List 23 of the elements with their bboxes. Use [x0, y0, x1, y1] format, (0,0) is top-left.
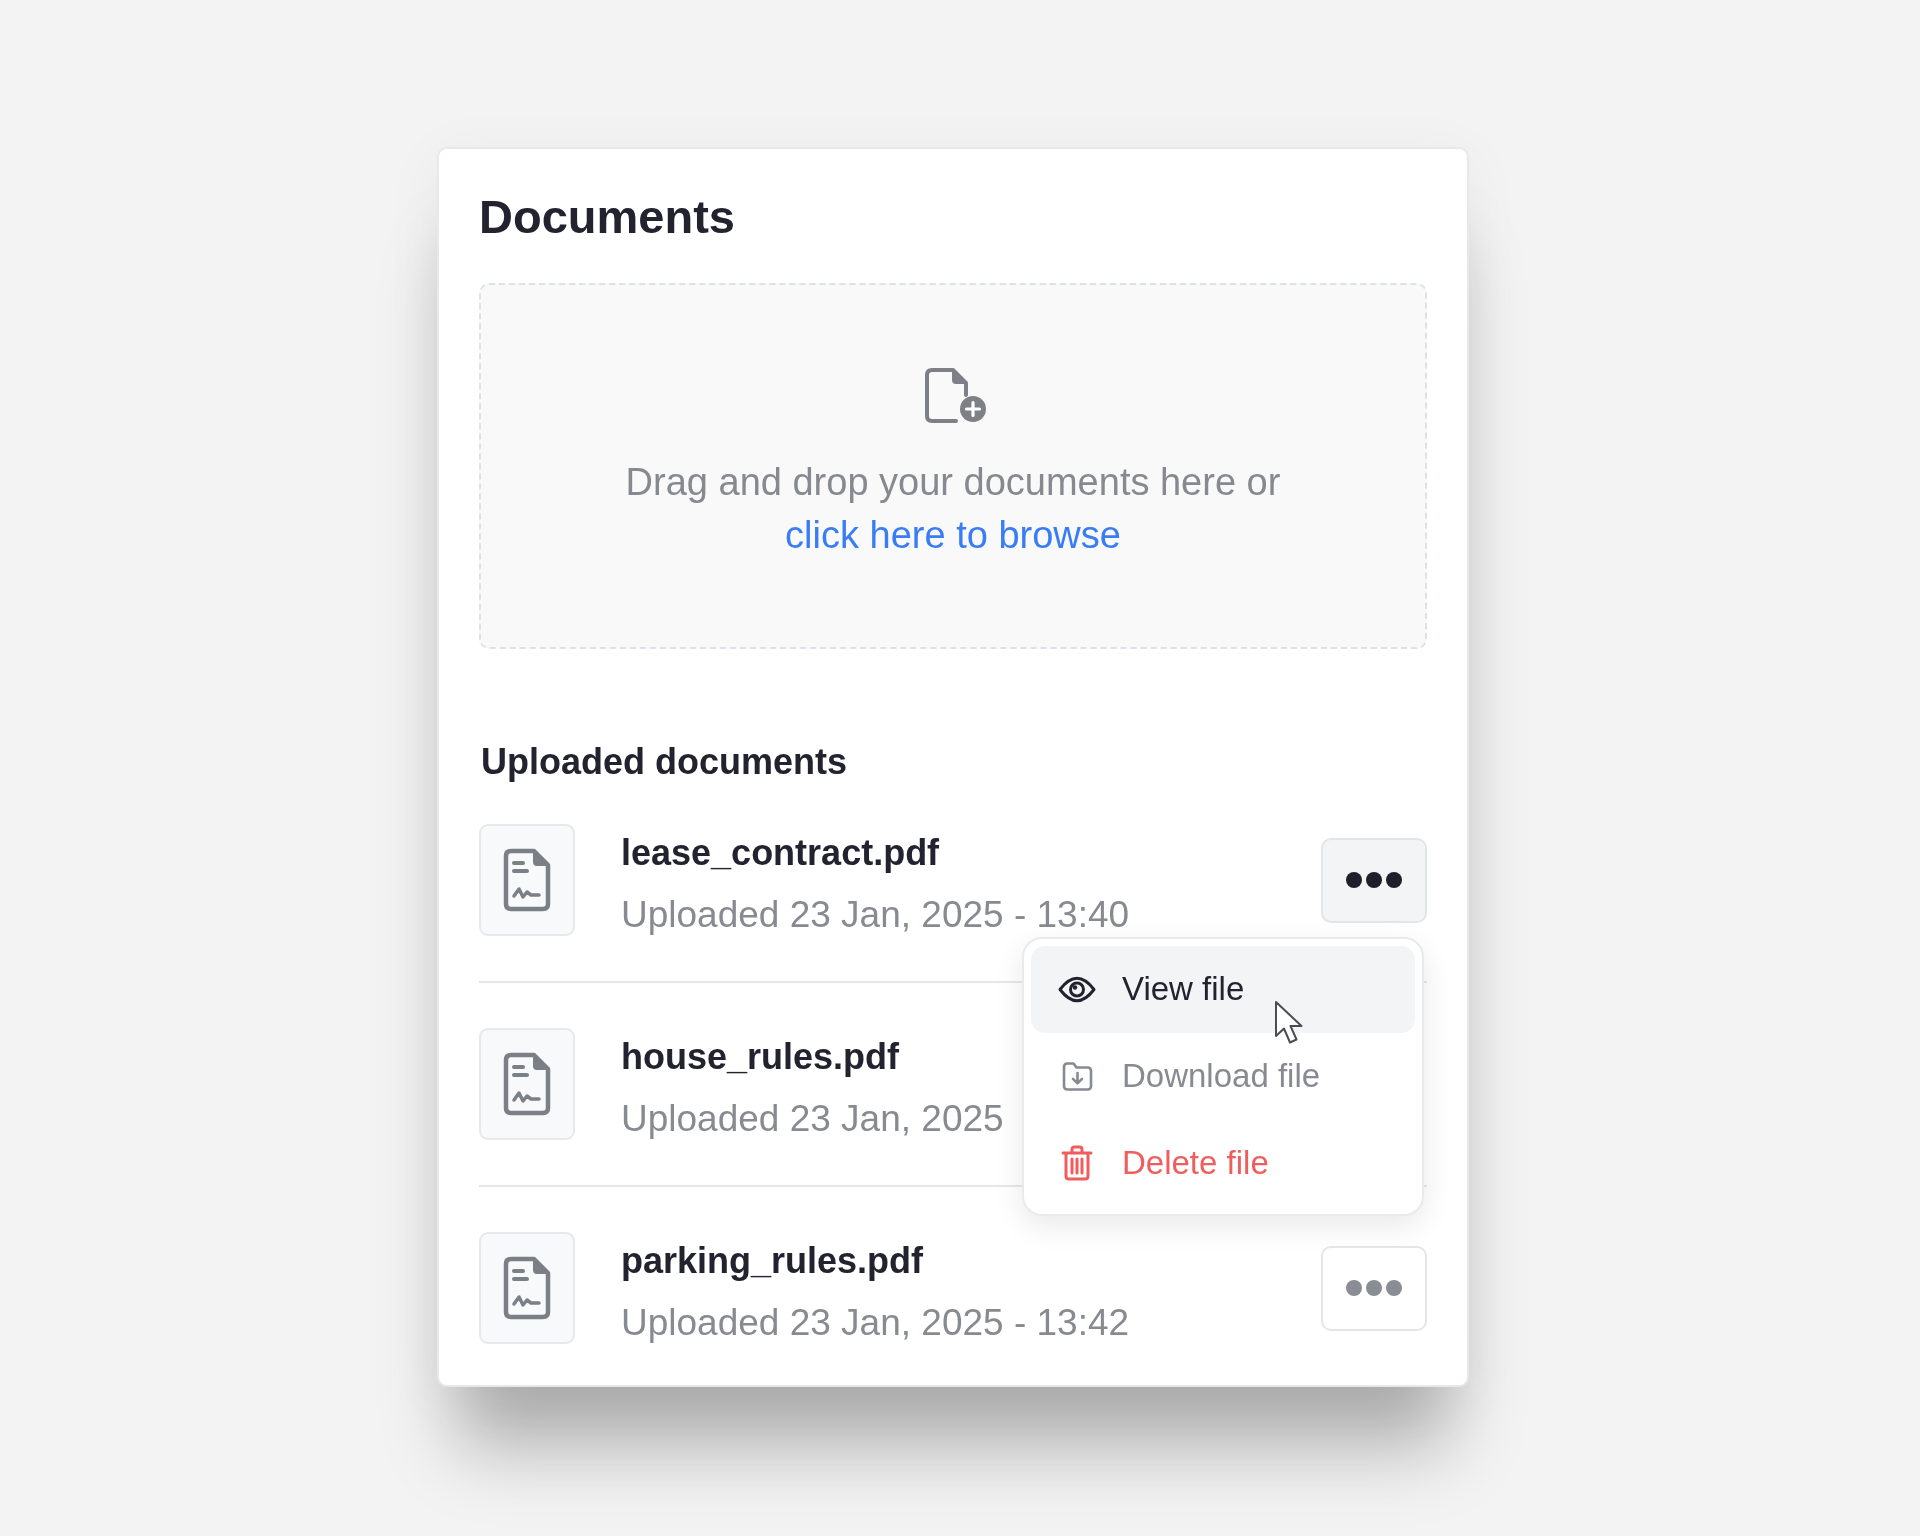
file-name: lease_contract.pdf — [621, 832, 940, 874]
card-title: Documents — [479, 189, 735, 245]
upload-date: Uploaded 23 Jan, 2025 - 13:40 — [621, 894, 1130, 936]
ellipsis-icon — [1346, 1280, 1402, 1296]
folder-download-icon — [1061, 1060, 1093, 1092]
trash-icon — [1061, 1145, 1093, 1181]
document-icon — [479, 824, 575, 936]
add-file-icon — [925, 368, 987, 423]
file-name: parking_rules.pdf — [621, 1240, 924, 1282]
browse-link[interactable]: click here to browse — [785, 514, 1121, 556]
document-icon — [479, 1232, 575, 1344]
eye-icon — [1058, 975, 1096, 1003]
menu-item[interactable]: View file — [1031, 945, 1415, 1033]
document-icon — [479, 1028, 575, 1140]
menu-item[interactable]: Delete file — [1031, 1119, 1415, 1207]
more-button[interactable] — [1321, 837, 1427, 923]
upload-date: Uploaded 23 Jan, 2025 — [621, 1098, 1004, 1140]
drop-prompt: Drag and drop your documents here or click here to browse — [625, 460, 1281, 558]
upload-date: Uploaded 23 Jan, 2025 - 13:42 — [621, 1302, 1130, 1344]
drop-zone[interactable]: Drag and drop your documents here or click here to browse — [479, 283, 1427, 649]
file-name: house_rules.pdf — [621, 1036, 900, 1078]
ellipsis-icon — [1346, 872, 1402, 888]
section-heading: Uploaded documents — [481, 740, 848, 784]
